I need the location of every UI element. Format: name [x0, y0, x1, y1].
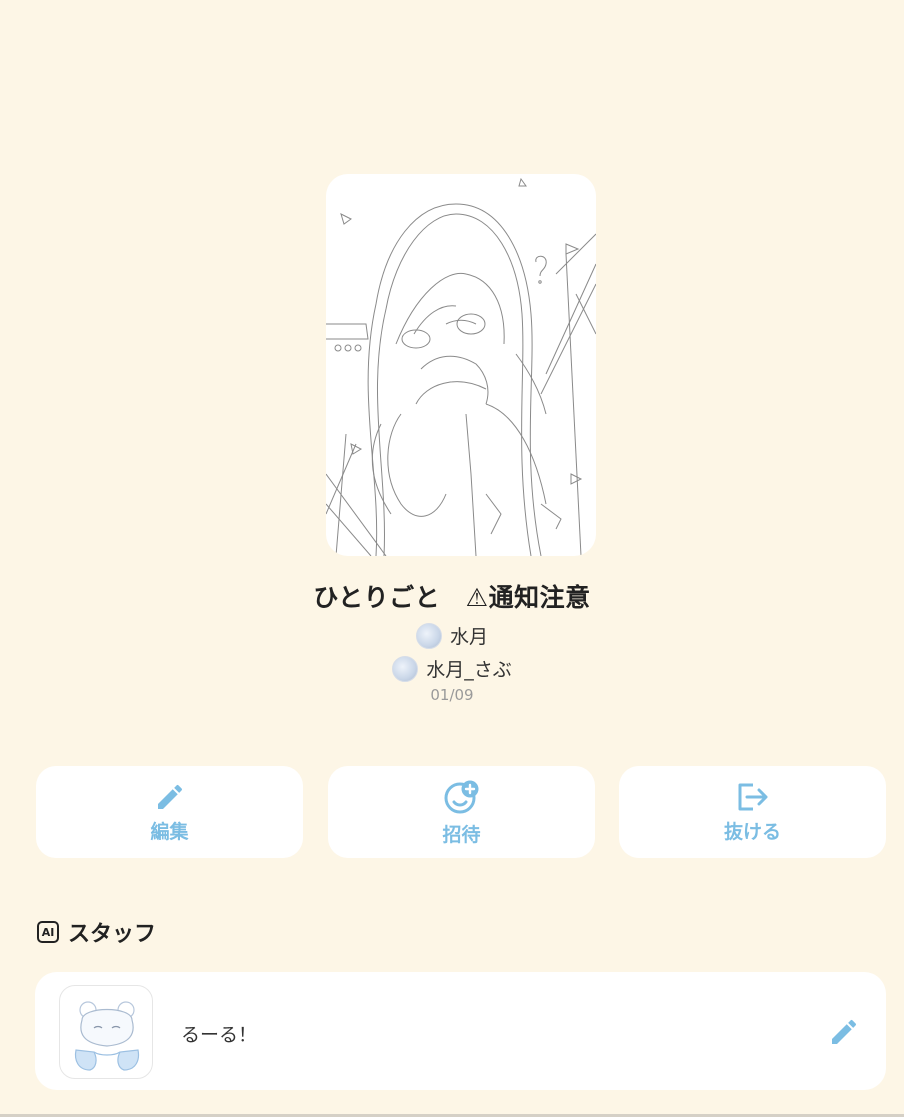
staff-list-item[interactable]: るーる！	[35, 972, 886, 1090]
leave-button[interactable]: 抜ける	[619, 766, 886, 858]
pencil-icon[interactable]	[828, 1016, 860, 1048]
logout-icon	[738, 783, 767, 810]
group-cover-image[interactable]	[326, 174, 596, 556]
member-row[interactable]: 水月_さぶ	[0, 655, 904, 682]
staff-heading: スタッフ	[68, 922, 157, 947]
staff-avatar	[59, 985, 153, 1079]
action-bar: 編集 招待 抜ける	[36, 766, 886, 858]
member-row[interactable]: 水月	[0, 622, 904, 649]
avatar	[392, 655, 419, 682]
staff-name: るーる！	[181, 1024, 258, 1046]
member-name: 水月_さぶ	[426, 659, 512, 681]
add-user-smile-icon	[444, 780, 478, 813]
cover-sketch-illustration	[326, 177, 596, 556]
avatar	[415, 622, 442, 649]
pencil-icon	[157, 784, 182, 809]
leave-button-label: 抜ける	[723, 820, 781, 843]
staff-section-header: AI スタッフ	[37, 916, 156, 948]
member-name: 水月	[449, 626, 488, 648]
ai-badge-icon: AI	[37, 921, 59, 943]
group-date: 01/09	[430, 686, 474, 704]
group-title: ひとりごと ⚠通知注意	[313, 583, 591, 612]
invite-button[interactable]: 招待	[328, 766, 595, 858]
edit-button[interactable]: 編集	[36, 766, 303, 858]
edit-button-label: 編集	[150, 820, 189, 843]
staff-avatar-illustration	[74, 1001, 140, 1071]
invite-button-label: 招待	[442, 823, 481, 846]
